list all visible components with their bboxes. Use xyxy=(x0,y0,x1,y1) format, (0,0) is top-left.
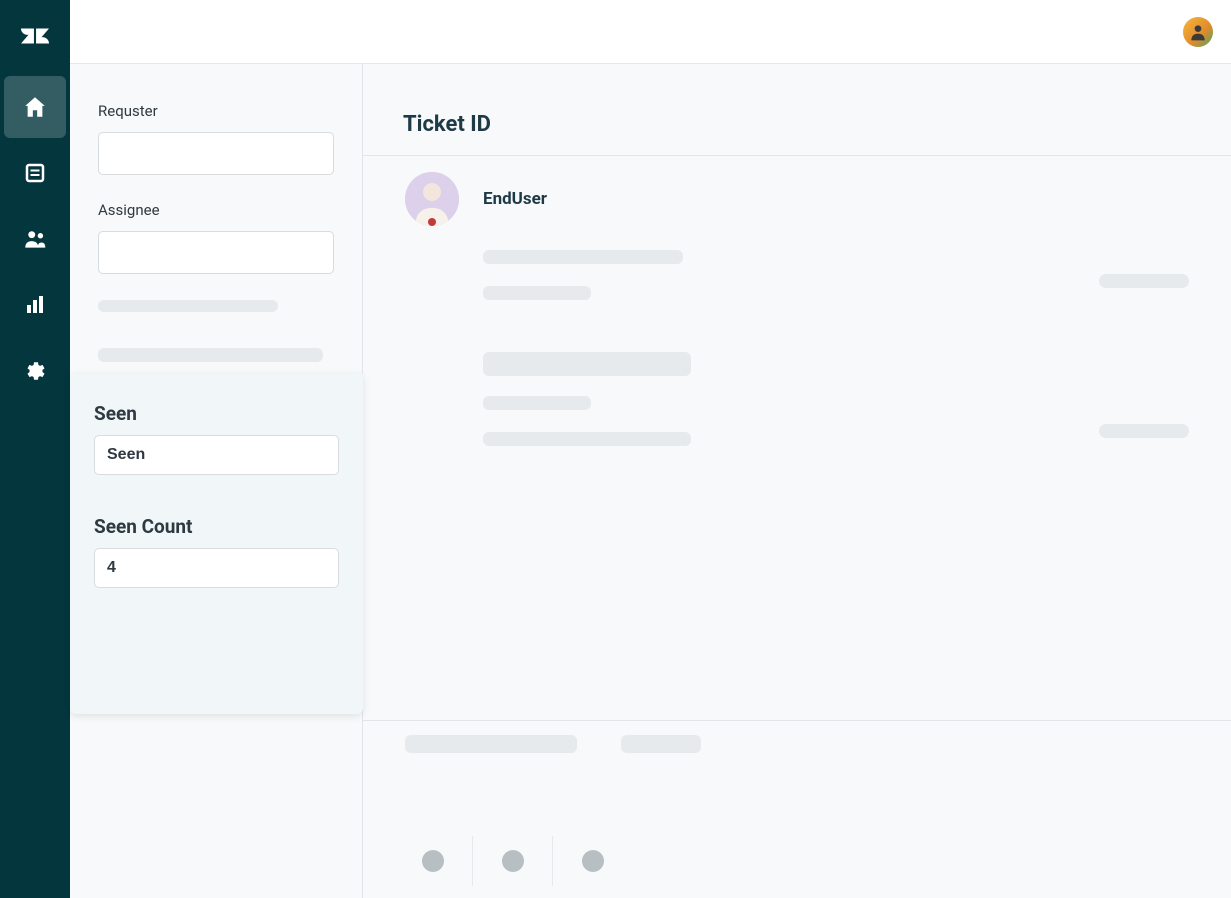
nav-customers[interactable] xyxy=(4,208,66,270)
editor-toolbar xyxy=(393,824,633,898)
app-card: Seen Seen Count xyxy=(70,374,363,714)
list-icon xyxy=(23,161,47,185)
seen-count-input[interactable] xyxy=(94,548,339,588)
ticket-body: EndUser xyxy=(363,156,1231,898)
zendesk-logo-icon xyxy=(0,0,70,72)
skeleton-line xyxy=(98,348,323,362)
requester-name: EndUser xyxy=(483,189,547,209)
seen-count-title: Seen Count xyxy=(94,515,339,538)
editor-action-1[interactable] xyxy=(393,836,473,886)
skeleton-timestamp xyxy=(1099,424,1189,438)
message-block xyxy=(405,352,1189,446)
skeleton-line xyxy=(98,300,278,312)
gear-icon xyxy=(23,359,47,383)
ticket-sidebar: Requster Assignee Seen Seen Count xyxy=(70,64,363,898)
nav-rail xyxy=(0,0,70,898)
top-bar xyxy=(70,0,1231,64)
seen-input[interactable] xyxy=(94,435,339,475)
skeleton-line xyxy=(483,250,683,264)
nav-home[interactable] xyxy=(4,76,66,138)
skeleton-reply-pill xyxy=(621,735,701,753)
skeleton-line xyxy=(483,286,591,300)
requester-input[interactable] xyxy=(98,132,334,175)
current-user-avatar[interactable] xyxy=(1183,17,1213,47)
ticket-header: Ticket ID xyxy=(363,64,1231,155)
message-block xyxy=(405,250,1189,300)
bar-chart-icon xyxy=(23,293,47,317)
content-area: Requster Assignee Seen Seen Count Ticket… xyxy=(70,64,1231,898)
placeholder-icon xyxy=(582,850,604,872)
editor-action-2[interactable] xyxy=(473,836,553,886)
nav-admin[interactable] xyxy=(4,340,66,402)
skeleton-line xyxy=(483,432,691,446)
avatar-icon xyxy=(405,172,459,226)
ticket-requester-row: EndUser xyxy=(405,172,1189,226)
seen-title: Seen xyxy=(94,402,339,425)
skeleton-timestamp xyxy=(1099,274,1189,288)
reply-bar xyxy=(363,720,1231,753)
requester-label: Requster xyxy=(98,102,334,120)
ticket-title: Ticket ID xyxy=(403,112,1231,137)
editor-action-3[interactable] xyxy=(553,836,633,886)
placeholder-icon xyxy=(422,850,444,872)
skeleton-line xyxy=(483,352,691,376)
home-icon xyxy=(22,94,48,120)
placeholder-icon xyxy=(502,850,524,872)
assignee-input[interactable] xyxy=(98,231,334,274)
requester-avatar[interactable] xyxy=(405,172,459,226)
nav-views[interactable] xyxy=(4,142,66,204)
nav-reporting[interactable] xyxy=(4,274,66,336)
assignee-label: Assignee xyxy=(98,201,334,219)
skeleton-line xyxy=(483,396,591,410)
avatar-icon xyxy=(1188,22,1208,42)
ticket-main: Ticket ID EndUser xyxy=(363,64,1231,898)
skeleton-reply-pill xyxy=(405,735,577,753)
people-icon xyxy=(22,226,48,252)
